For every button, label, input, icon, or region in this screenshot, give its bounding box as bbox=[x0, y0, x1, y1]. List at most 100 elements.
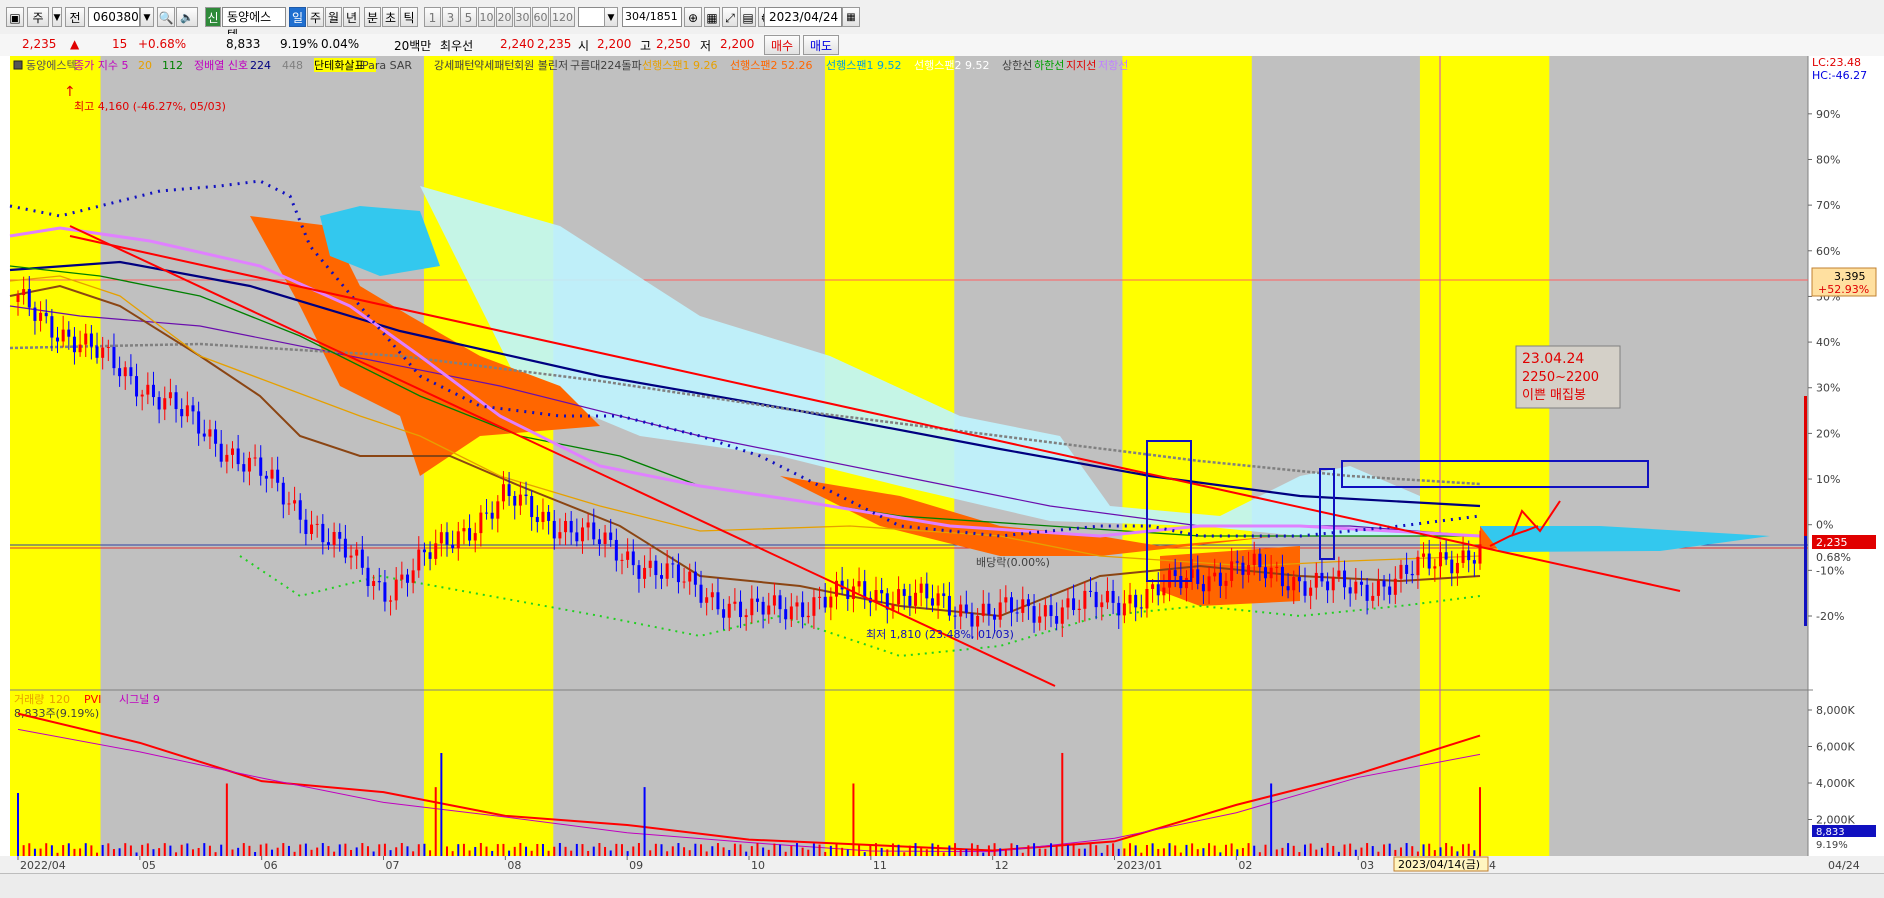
period-minute[interactable]: 분 bbox=[364, 7, 381, 27]
period-tick[interactable]: 틱 bbox=[400, 7, 418, 27]
buy-button[interactable]: 매수 bbox=[764, 35, 800, 55]
volume-bar-222 bbox=[1270, 783, 1273, 856]
candle-body-81 bbox=[473, 533, 477, 541]
resize-icon[interactable]: ⤢ bbox=[722, 7, 738, 27]
high-value: 2,250 bbox=[656, 37, 691, 51]
volume-bar-1 bbox=[22, 845, 25, 856]
scale-up-bar bbox=[1804, 396, 1807, 536]
interval-60[interactable]: 60 bbox=[532, 7, 549, 27]
volume-bar-133 bbox=[767, 849, 770, 856]
price-chart[interactable]: 동양에스텍종가 지수 5 20 112 정배열 신호 224 448 단테화살표Para S… bbox=[0, 56, 1884, 873]
interval-120[interactable]: 120 bbox=[550, 7, 575, 27]
volume-bar-59 bbox=[350, 849, 353, 856]
volume-bar-183 bbox=[1049, 843, 1052, 856]
period-day[interactable]: 일 bbox=[289, 7, 306, 27]
market-dropdown[interactable]: 주 bbox=[27, 7, 49, 27]
interval-10[interactable]: 10 bbox=[478, 7, 495, 27]
interval-3[interactable]: 3 bbox=[442, 7, 459, 27]
candle-body-221 bbox=[1263, 567, 1267, 579]
volume-bar-160 bbox=[920, 848, 923, 856]
candle-body-86 bbox=[501, 484, 505, 502]
sell-button[interactable]: 매도 bbox=[803, 35, 839, 55]
legend-item-13: 선행스팬1 9.26 bbox=[642, 59, 717, 72]
volume-bar-68 bbox=[400, 843, 403, 856]
volume-bar-44 bbox=[265, 843, 268, 856]
legend: 동양에스텍종가 지수 5 20 112 정배열 신호 224 448 단테화살표Para S… bbox=[13, 58, 1128, 72]
volume-bar-78 bbox=[457, 844, 460, 856]
period-month[interactable]: 월 bbox=[325, 7, 342, 27]
vol-legend-3: 시그널 9 bbox=[119, 693, 160, 706]
candle-body-152 bbox=[874, 590, 878, 603]
x-label-10: 02 bbox=[1238, 859, 1252, 872]
scope-button[interactable]: 전 bbox=[65, 7, 85, 27]
volume-bar-109 bbox=[632, 846, 635, 856]
period-year[interactable]: 년 bbox=[343, 7, 360, 27]
volume-bar-247 bbox=[1411, 846, 1414, 856]
candle-body-117 bbox=[676, 564, 680, 583]
legend-item-3: 112 bbox=[162, 59, 183, 72]
x-label-9: 2023/01 bbox=[1117, 859, 1163, 872]
candle-body-180 bbox=[1032, 606, 1036, 623]
price-box-1-pct: +52.93% bbox=[1818, 283, 1869, 296]
candle-body-239 bbox=[1365, 584, 1369, 601]
volume-bar-166 bbox=[954, 843, 957, 856]
speaker-icon[interactable]: 🔈 bbox=[176, 7, 198, 27]
volume-bar-231 bbox=[1320, 847, 1323, 856]
candle-body-113 bbox=[654, 560, 658, 576]
volume-bar-175 bbox=[1004, 848, 1007, 856]
scale-hc: HC:-46.27 bbox=[1812, 69, 1867, 82]
open-value: 2,200 bbox=[597, 37, 632, 51]
candle-body-194 bbox=[1111, 590, 1115, 603]
volume-bar-205 bbox=[1174, 845, 1177, 856]
scale-label-10: -10% bbox=[1816, 564, 1844, 577]
period-week[interactable]: 주 bbox=[307, 7, 324, 27]
volume-bar-20 bbox=[129, 845, 132, 856]
candle-body-66 bbox=[389, 600, 393, 602]
volume-bar-230 bbox=[1315, 849, 1318, 856]
grid-icon[interactable]: ▦ bbox=[704, 7, 720, 27]
candle-body-205 bbox=[1173, 570, 1177, 576]
volume-bar-55 bbox=[327, 846, 330, 856]
volume-bar-200 bbox=[1145, 844, 1148, 856]
candle-body-247 bbox=[1410, 573, 1414, 576]
candle-body-102 bbox=[592, 522, 596, 540]
candle-body-65 bbox=[383, 582, 387, 602]
interval-dropdown-icon[interactable]: ▼ bbox=[604, 7, 618, 27]
period-second[interactable]: 초 bbox=[382, 7, 399, 27]
volume-bar-92 bbox=[536, 844, 539, 856]
candle-body-224 bbox=[1280, 566, 1284, 587]
chevron-down-icon[interactable]: ▼ bbox=[52, 7, 62, 27]
volume-bar-253 bbox=[1445, 843, 1448, 856]
interval-20[interactable]: 20 bbox=[496, 7, 513, 27]
volume-bar-36 bbox=[220, 844, 223, 856]
search-icon[interactable]: 🔍 bbox=[157, 7, 175, 27]
volume-bar-85 bbox=[496, 844, 499, 856]
volume-bar-242 bbox=[1383, 844, 1386, 856]
code-input[interactable]: 060380 bbox=[88, 7, 140, 27]
save-icon[interactable]: ▤ bbox=[740, 7, 756, 27]
scrollbar[interactable] bbox=[0, 873, 1884, 898]
candle-body-78 bbox=[456, 531, 460, 549]
calendar-icon[interactable]: ▦ bbox=[842, 7, 860, 27]
volume-bar-148 bbox=[852, 783, 855, 856]
interval-30[interactable]: 30 bbox=[514, 7, 531, 27]
candle-body-72 bbox=[422, 549, 426, 553]
volume-bar-223 bbox=[1275, 849, 1278, 856]
highlight-band-3 bbox=[1122, 56, 1252, 856]
candle-body-157 bbox=[902, 589, 906, 596]
code-dropdown-icon[interactable]: ▼ bbox=[140, 7, 154, 27]
volume-bar-164 bbox=[942, 852, 945, 856]
candle-body-243 bbox=[1388, 586, 1392, 595]
interval-5[interactable]: 5 bbox=[460, 7, 477, 27]
count-field[interactable]: 304/1851 bbox=[622, 7, 682, 27]
candle-body-164 bbox=[942, 593, 946, 596]
date-input[interactable]: 2023/04/24 bbox=[764, 7, 842, 27]
volume-bar-25 bbox=[158, 848, 161, 856]
vol-scale-label-3: 2,000K bbox=[1816, 814, 1855, 827]
candle-body-132 bbox=[761, 601, 765, 615]
zoom-icon[interactable]: ⊕ bbox=[684, 7, 702, 27]
layout-icon[interactable]: ▣ bbox=[6, 7, 24, 27]
candle-body-23 bbox=[146, 384, 150, 395]
candle-body-197 bbox=[1128, 594, 1132, 604]
interval-1[interactable]: 1 bbox=[424, 7, 441, 27]
